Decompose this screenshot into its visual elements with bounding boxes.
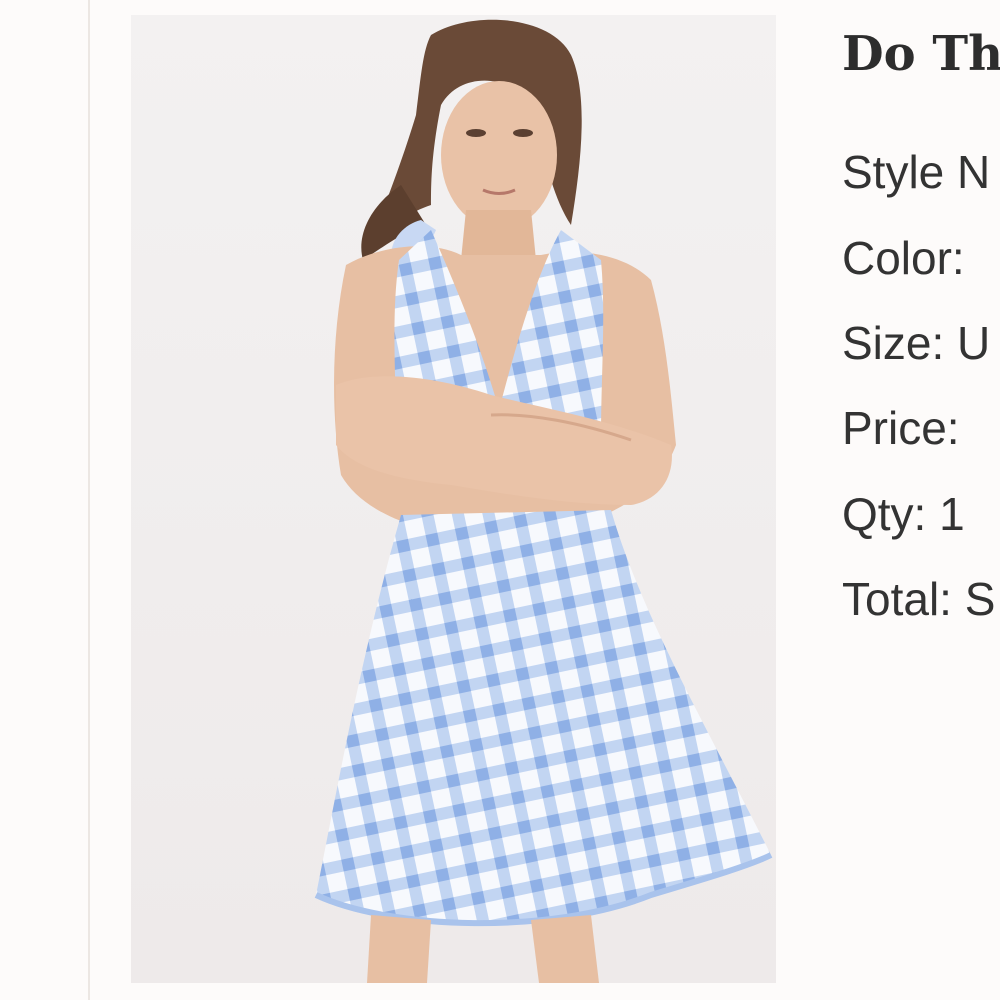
color-value: Color: bbox=[842, 232, 965, 284]
quantity-value: Qty: 1 bbox=[842, 488, 965, 540]
order-item-page: Do Th Style N Color: Size: U Price: Qty:… bbox=[0, 0, 1000, 1000]
style-number: Style N bbox=[842, 146, 991, 198]
product-image[interactable] bbox=[131, 15, 776, 983]
total-value: Total: S bbox=[842, 573, 996, 625]
product-image-graphic bbox=[131, 15, 776, 983]
left-divider bbox=[88, 0, 90, 1000]
product-title[interactable]: Do Th bbox=[842, 22, 1000, 86]
order-item-details: Do Th Style N Color: Size: U Price: Qty:… bbox=[842, 22, 1000, 662]
price-value: Price: bbox=[842, 402, 960, 454]
size-value: Size: U bbox=[842, 317, 991, 369]
